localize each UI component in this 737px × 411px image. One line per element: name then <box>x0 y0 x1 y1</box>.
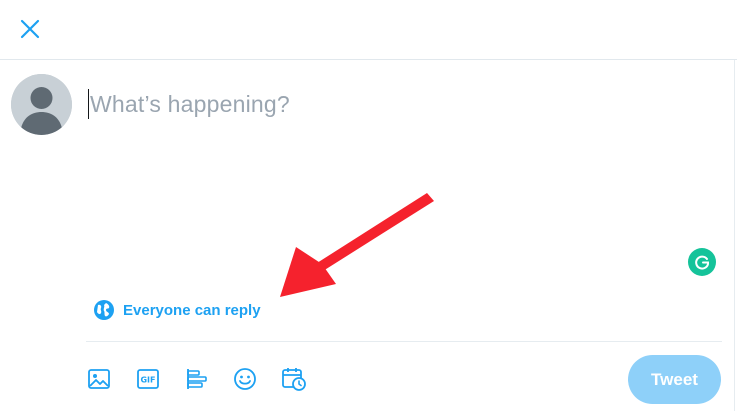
emoji-icon <box>234 368 256 390</box>
close-button[interactable] <box>14 13 46 45</box>
grammarly-icon <box>695 255 709 270</box>
schedule-icon <box>282 368 306 391</box>
toolbar-divider <box>86 341 722 342</box>
tweet-button[interactable]: Tweet <box>628 355 721 404</box>
globe-icon <box>94 300 114 320</box>
annotation-arrow-head <box>280 247 336 297</box>
reply-setting-label[interactable]: Everyone can reply <box>123 302 261 319</box>
add-poll-button[interactable] <box>183 365 211 393</box>
text-caret <box>88 89 89 119</box>
default-avatar-icon <box>11 74 72 135</box>
add-emoji-button[interactable] <box>231 365 259 393</box>
add-gif-button[interactable]: GIF <box>134 365 162 393</box>
tweet-compose-area[interactable]: What’s happening? <box>88 82 688 232</box>
add-media-button[interactable] <box>85 365 113 393</box>
svg-text:GIF: GIF <box>140 376 155 385</box>
close-icon <box>20 19 40 39</box>
poll-icon <box>187 369 207 389</box>
reply-setting-button[interactable]: Everyone can reply <box>93 298 261 322</box>
schedule-button[interactable] <box>280 365 308 393</box>
modal-header <box>0 0 737 60</box>
modal-right-border <box>734 60 735 411</box>
gif-icon: GIF <box>137 369 159 389</box>
compose-placeholder[interactable]: What’s happening? <box>90 91 290 118</box>
image-icon <box>88 369 110 389</box>
grammarly-button[interactable] <box>688 248 716 276</box>
avatar[interactable] <box>11 74 72 135</box>
